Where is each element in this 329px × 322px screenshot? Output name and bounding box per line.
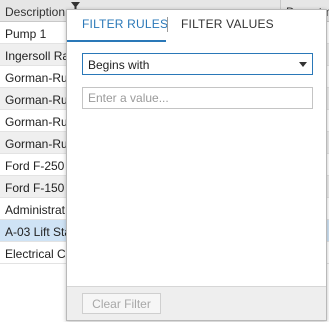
- filter-popup: FILTER RULES FILTER VALUES Begins with C…: [66, 9, 327, 321]
- filter-rule-selected-value: Begins with: [88, 58, 150, 72]
- cell-description: Ford F-150: [5, 181, 65, 195]
- filter-footer: Clear Filter: [67, 286, 326, 320]
- cell-description: Pump 1: [5, 27, 47, 41]
- tab-filter-values[interactable]: FILTER VALUES: [181, 17, 274, 31]
- active-tab-indicator: [67, 40, 166, 42]
- cell-description: Electrical Co: [5, 247, 73, 261]
- cell-description: Ford F-250: [5, 159, 65, 173]
- cell-description: Gorman-Ru: [5, 71, 68, 85]
- tab-filter-rules[interactable]: FILTER RULES: [82, 17, 168, 31]
- chevron-down-icon: [299, 62, 307, 67]
- cell-description: Administrat: [5, 203, 66, 217]
- filter-tabs: FILTER RULES FILTER VALUES: [67, 10, 326, 42]
- cell-description: Gorman-Ru: [5, 137, 68, 151]
- tab-divider: [167, 17, 168, 32]
- column-header-label: Description: [5, 5, 66, 19]
- cell-description: Gorman-Ru: [5, 93, 68, 107]
- cell-description: A-03 Lift Sta: [5, 225, 72, 239]
- clear-filter-button[interactable]: Clear Filter: [82, 293, 161, 314]
- cell-description: Ingersoll Ra: [5, 49, 70, 63]
- filter-value-input[interactable]: [82, 87, 313, 109]
- cell-description: Gorman-Ru: [5, 115, 68, 129]
- filter-rule-select[interactable]: Begins with: [82, 53, 313, 75]
